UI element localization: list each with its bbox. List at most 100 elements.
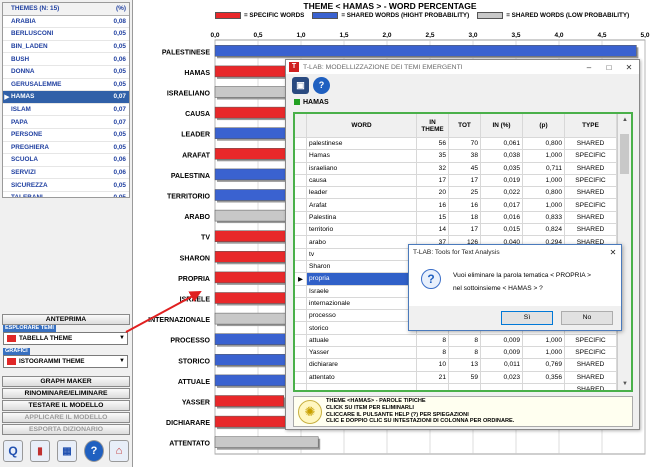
cell-p: 1,000 <box>523 174 565 187</box>
row-selector[interactable] <box>295 297 307 310</box>
maximize-icon[interactable]: □ <box>599 63 619 72</box>
cell-in-theme: 8 <box>417 334 449 347</box>
row-selector[interactable] <box>295 174 307 187</box>
cell-tot: 17 <box>449 224 481 236</box>
cell-type: SPECIFIC <box>565 199 617 211</box>
col-header-p[interactable]: (p) <box>523 114 565 137</box>
cell-p: 1,000 <box>523 334 565 347</box>
table-row[interactable]: Hamas 35 38 0,038 1,000 SPECIFIC <box>295 150 617 163</box>
table-row[interactable]: israeliano 32 45 0,035 0,711 SHARED <box>295 162 617 175</box>
row-selector[interactable] <box>295 162 307 174</box>
scroll-up-icon[interactable]: ▲ <box>618 114 632 126</box>
row-selector[interactable] <box>295 138 307 150</box>
y-tick-label: LEADER <box>181 132 210 139</box>
cell-word: leader <box>307 187 417 199</box>
y-tick-label: PROPRIA <box>178 276 210 283</box>
row-selector[interactable] <box>295 187 307 199</box>
lightbulb-icon: ✺ <box>298 399 322 424</box>
cell-in-pct: 0,061 <box>481 138 523 150</box>
y-tick-label: ATTENTATO <box>169 441 210 448</box>
bar <box>214 374 293 387</box>
scroll-down-icon[interactable]: ▼ <box>618 378 632 390</box>
y-tick-label: TERRITORIO <box>167 194 211 201</box>
chart-legend: = SPECIFIC WORDS = SHARED WORDS (HIGHT PR… <box>215 12 629 19</box>
cell-word: arabo <box>307 236 417 248</box>
x-tick-label: 5,0 <box>640 32 649 39</box>
table-row[interactable]: Yasser 8 8 0,009 1,000 SPECIFIC <box>295 347 617 360</box>
table-row[interactable]: dichiarare 10 13 0,011 0,769 SHARED <box>295 359 617 372</box>
scroll-thumb[interactable] <box>620 134 629 174</box>
cell-in-theme: 21 <box>417 371 449 383</box>
row-selector[interactable] <box>295 383 307 390</box>
row-selector[interactable] <box>295 224 307 236</box>
row-selector[interactable] <box>295 334 307 347</box>
cell-type: SPECIFIC <box>565 150 617 162</box>
cell-word: israeliano <box>307 162 417 174</box>
cell-type: SHARED <box>565 211 617 224</box>
cell-word: causa <box>307 174 417 187</box>
row-selector[interactable] <box>295 347 307 359</box>
table-row[interactable]: Palestina 15 18 0,016 0,833 SHARED <box>295 211 617 225</box>
cell-in-theme: 8 <box>417 347 449 359</box>
row-selector[interactable] <box>295 310 307 322</box>
save-icon[interactable]: ▣ <box>292 76 309 94</box>
table-row[interactable]: leader 20 25 0,022 0,800 SHARED <box>295 187 617 200</box>
cell-p: 0,800 <box>523 187 565 199</box>
x-tick-label: 3,5 <box>511 32 520 39</box>
dialog-toolbar: ▣ ? <box>286 74 639 96</box>
cell-in-pct: 0,017 <box>481 199 523 211</box>
chart-title: THEME < HAMAS > - WORD PERCENTAGE <box>303 1 477 11</box>
cell-in-pct: 0,035 <box>481 162 523 174</box>
row-selector[interactable] <box>295 236 307 248</box>
table-row[interactable]: attuale 8 8 0,009 1,000 SPECIFIC <box>295 334 617 348</box>
col-header-type[interactable]: TYPE <box>565 114 617 137</box>
close-icon[interactable]: ✕ <box>619 63 639 72</box>
cell-in-theme: 35 <box>417 150 449 162</box>
x-tick-label: 2,5 <box>425 32 434 39</box>
row-selector[interactable] <box>295 211 307 224</box>
row-selector[interactable] <box>295 260 307 273</box>
table-row[interactable]: SHARED <box>295 383 617 390</box>
bar <box>214 436 319 448</box>
row-selector[interactable] <box>295 150 307 162</box>
cell-in-pct: 0,023 <box>481 371 523 383</box>
cell-p: 1,000 <box>523 150 565 162</box>
row-selector[interactable] <box>295 322 307 334</box>
table-row[interactable]: attentato 21 59 0,023 0,356 SHARED <box>295 371 617 384</box>
confirm-delete-messagebox: T-LAB: Tools for Text Analysis ✕ ? Vuoi … <box>408 244 622 331</box>
x-tick-label: 1,0 <box>296 32 305 39</box>
dialog-titlebar[interactable]: T T-LAB: MODELLIZZAZIONE DEI TEMI EMERGE… <box>286 60 639 74</box>
y-tick-label: TV <box>201 235 210 242</box>
row-selector[interactable] <box>295 199 307 211</box>
col-header-word[interactable]: WORD <box>307 114 417 137</box>
cell-in-theme: 20 <box>417 187 449 199</box>
cell-in-theme <box>417 383 449 390</box>
cell-in-theme: 32 <box>417 162 449 174</box>
cell-p: 0,711 <box>523 162 565 174</box>
messagebox-titlebar[interactable]: T-LAB: Tools for Text Analysis ✕ <box>409 245 621 259</box>
row-selector[interactable] <box>295 248 307 260</box>
cell-p: 0,800 <box>523 138 565 150</box>
row-selector[interactable]: ▶ <box>295 273 307 285</box>
x-tick-label: 2,0 <box>382 32 391 39</box>
col-header-in-pct[interactable]: IN (%) <box>481 114 523 137</box>
table-row[interactable]: Arafat 16 16 0,017 1,000 SPECIFIC <box>295 199 617 212</box>
dialog-theme-label-row: HAMAS <box>286 96 639 108</box>
minimize-icon[interactable]: – <box>579 63 599 72</box>
col-header-in-theme[interactable]: IN THEME <box>417 114 449 137</box>
no-button[interactable]: No <box>561 311 613 325</box>
row-selector[interactable] <box>295 359 307 371</box>
row-selector[interactable] <box>295 285 307 297</box>
cell-tot: 25 <box>449 187 481 199</box>
dialog-title: T-LAB: MODELLIZZAZIONE DEI TEMI EMERGENT… <box>303 63 463 71</box>
close-icon[interactable]: ✕ <box>605 248 621 257</box>
table-row[interactable]: palestinese 56 70 0,061 0,800 SHARED <box>295 138 617 151</box>
table-row[interactable]: territorio 14 17 0,015 0,824 SHARED <box>295 224 617 237</box>
table-row[interactable]: causa 17 17 0,019 1,000 SPECIFIC <box>295 174 617 188</box>
col-header-tot[interactable]: TOT <box>449 114 481 137</box>
row-selector[interactable] <box>295 371 307 383</box>
cell-type: SHARED <box>565 371 617 383</box>
yes-button[interactable]: Sì <box>501 311 553 325</box>
help-icon[interactable]: ? <box>313 76 330 94</box>
y-tick-label: HAMAS <box>184 70 210 77</box>
